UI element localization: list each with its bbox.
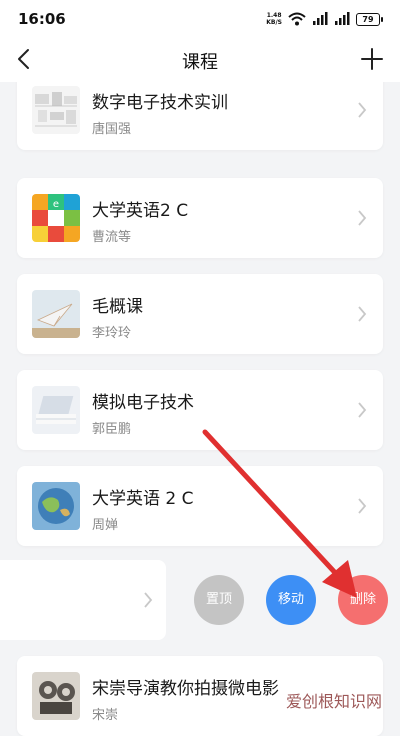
course-cover-image — [32, 672, 80, 720]
course-teacher: 唐国强 — [92, 122, 132, 137]
chevron-right-icon — [144, 592, 153, 608]
nav-bar-mask: 课程 — [0, 36, 400, 82]
network-speed-value: 1.48 — [266, 12, 282, 19]
chevron-right-icon — [358, 210, 367, 226]
course-name: 数字电子技术实训 — [92, 93, 228, 113]
status-bar: 16:06 1.48 KB/S 79 — [0, 0, 400, 36]
network-speed: 1.48 KB/S — [266, 12, 282, 26]
network-speed-unit: KB/S — [266, 19, 282, 26]
battery-icon: 79 — [356, 12, 383, 26]
page-title: 课程 — [182, 52, 218, 73]
course-cover-image: e — [32, 194, 80, 242]
course-teacher: 曹流等 — [92, 230, 132, 245]
course-card[interactable]: 毛概课 李玲玲 — [17, 274, 383, 354]
watermark: 爱创根知识网 — [285, 692, 382, 711]
course-teacher: 宋崇 — [92, 708, 119, 723]
delete-button[interactable]: 删除 — [338, 575, 388, 625]
svg-text:e: e — [53, 199, 59, 210]
status-time: 16:06 — [18, 10, 66, 28]
swiped-course-card[interactable] — [0, 560, 166, 640]
course-name: 宋崇导演教你拍摄微电影 — [92, 679, 279, 699]
chevron-right-icon — [358, 402, 367, 418]
signal-icon — [313, 12, 328, 25]
signal-icon-2 — [335, 12, 350, 25]
course-cover-image — [32, 386, 80, 434]
pin-button[interactable]: 置顶 — [194, 575, 244, 625]
chevron-right-icon — [358, 498, 367, 514]
course-name: 模拟电子技术 — [92, 393, 194, 413]
course-teacher: 李玲玲 — [92, 326, 132, 341]
status-icons: 1.48 KB/S 79 — [266, 10, 383, 28]
course-teacher: 周婵 — [92, 518, 119, 533]
course-teacher: 郭臣鹏 — [92, 422, 132, 437]
course-cover-image — [32, 86, 80, 134]
course-card[interactable]: 数字电子技术实训 唐国强 — [17, 70, 383, 150]
course-cover-image — [32, 482, 80, 530]
course-name: 毛概课 — [92, 297, 143, 317]
plus-icon[interactable] — [358, 45, 386, 73]
course-cover-image — [32, 290, 80, 338]
chevron-right-icon — [358, 102, 367, 118]
move-button[interactable]: 移动 — [266, 575, 316, 625]
course-card[interactable]: 大学英语 2 C 周婵 — [17, 466, 383, 546]
course-card[interactable]: e 大学英语2 C 曹流等 — [17, 178, 383, 258]
wifi-icon — [288, 12, 306, 26]
course-card[interactable]: 模拟电子技术 郭臣鹏 — [17, 370, 383, 450]
course-name: 大学英语2 C — [92, 201, 189, 221]
chevron-right-icon — [358, 306, 367, 322]
course-name: 大学英语 2 C — [92, 489, 194, 509]
